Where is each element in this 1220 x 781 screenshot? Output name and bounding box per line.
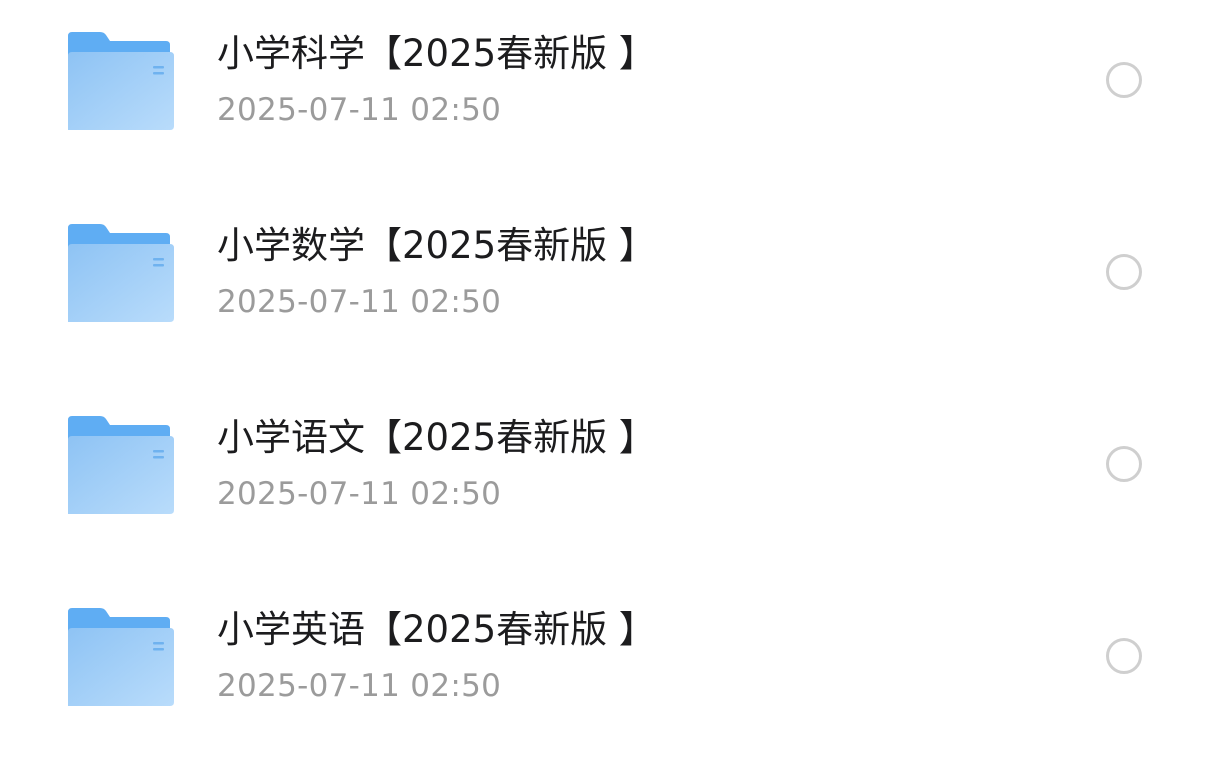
file-list: 小学科学【2025春新版 】 2025-07-11 02:50 小学数学【202… (0, 0, 1220, 781)
select-radio[interactable] (1106, 638, 1142, 674)
folder-icon (66, 32, 174, 132)
file-name: 小学科学【2025春新版 】 (217, 32, 656, 75)
file-date: 2025-07-11 02:50 (217, 284, 502, 320)
folder-icon (66, 608, 174, 708)
file-name: 小学英语【2025春新版 】 (217, 608, 656, 651)
file-row-2[interactable]: 小学数学【2025春新版 】 2025-07-11 02:50 (0, 202, 1220, 342)
file-name: 小学数学【2025春新版 】 (217, 224, 656, 267)
select-radio[interactable] (1106, 62, 1142, 98)
file-date: 2025-07-11 02:50 (217, 476, 502, 512)
folder-icon (66, 224, 174, 324)
file-row-4[interactable]: 小学英语【2025春新版 】 2025-07-11 02:50 (0, 586, 1220, 726)
file-date: 2025-07-11 02:50 (217, 92, 502, 128)
file-row-3[interactable]: 小学语文【2025春新版 】 2025-07-11 02:50 (0, 394, 1220, 534)
file-name: 小学语文【2025春新版 】 (217, 416, 656, 459)
folder-icon (66, 416, 174, 516)
select-radio[interactable] (1106, 446, 1142, 482)
file-date: 2025-07-11 02:50 (217, 668, 502, 704)
file-row-1[interactable]: 小学科学【2025春新版 】 2025-07-11 02:50 (0, 10, 1220, 150)
select-radio[interactable] (1106, 254, 1142, 290)
